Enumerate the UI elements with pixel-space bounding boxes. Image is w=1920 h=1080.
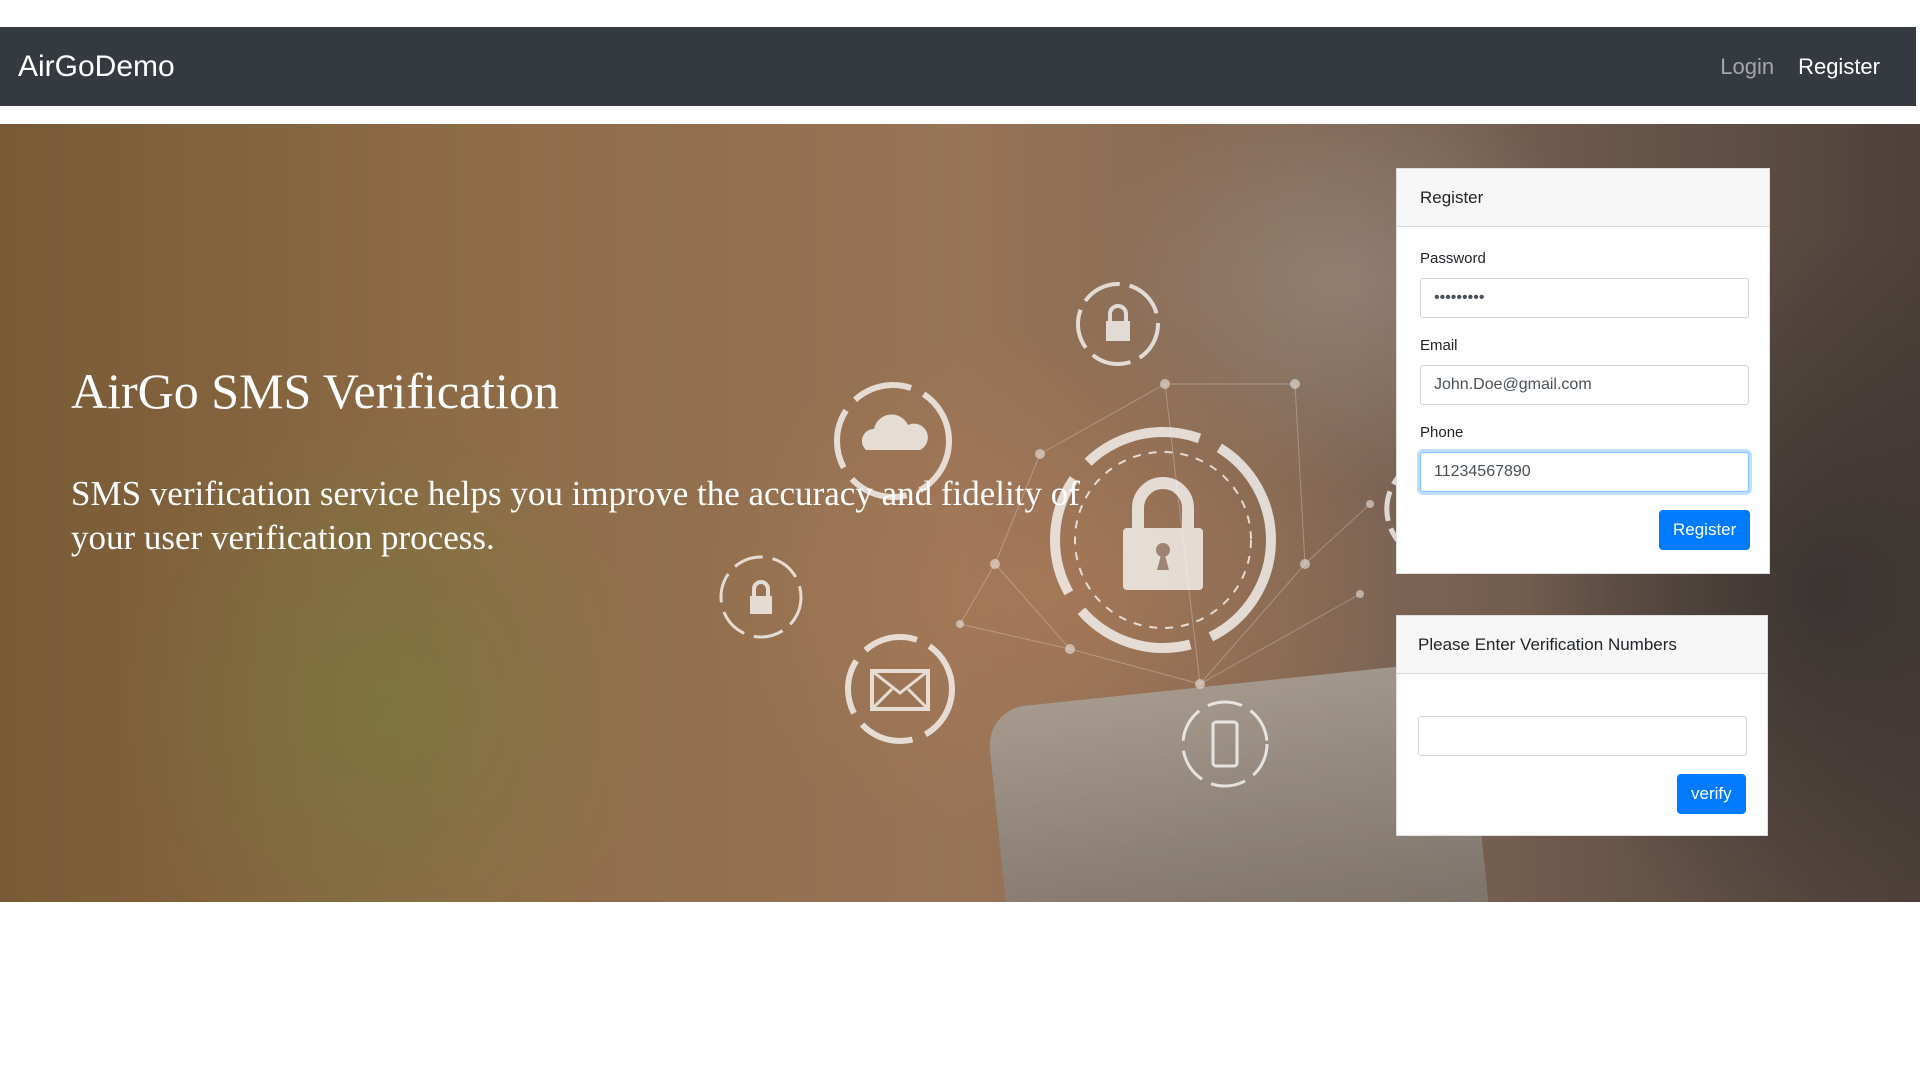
nav-links: Login Register <box>1696 54 1880 80</box>
top-navbar: AirGoDemo Login Register <box>0 27 1916 106</box>
brand-logo[interactable]: AirGoDemo <box>18 50 175 84</box>
nav-link-register[interactable]: Register <box>1798 54 1880 80</box>
verification-code-input[interactable] <box>1418 716 1747 756</box>
phone-label: Phone <box>1420 424 1464 441</box>
register-card: Register Password Email Phone Register <box>1396 168 1770 574</box>
hero-title: AirGo SMS Verification <box>71 363 559 419</box>
register-submit-button[interactable]: Register <box>1659 510 1751 550</box>
lock-icon <box>1076 282 1160 366</box>
nav-link-login[interactable]: Login <box>1720 54 1774 80</box>
phone-field[interactable] <box>1420 452 1749 492</box>
smartphone-icon <box>1181 700 1269 788</box>
small-lock-icon <box>719 555 803 639</box>
email-label: Email <box>1420 337 1458 354</box>
register-card-header: Register <box>1397 169 1769 227</box>
email-field[interactable] <box>1420 365 1749 405</box>
verification-card-header: Please Enter Verification Numbers <box>1397 616 1767 674</box>
hero-description: SMS verification service helps you impro… <box>71 474 1080 557</box>
verify-button[interactable]: verify <box>1677 774 1746 814</box>
password-field[interactable] <box>1420 278 1749 318</box>
envelope-icon <box>845 634 955 744</box>
verification-card: Please Enter Verification Numbers verify <box>1396 615 1768 836</box>
password-label: Password <box>1420 250 1486 267</box>
